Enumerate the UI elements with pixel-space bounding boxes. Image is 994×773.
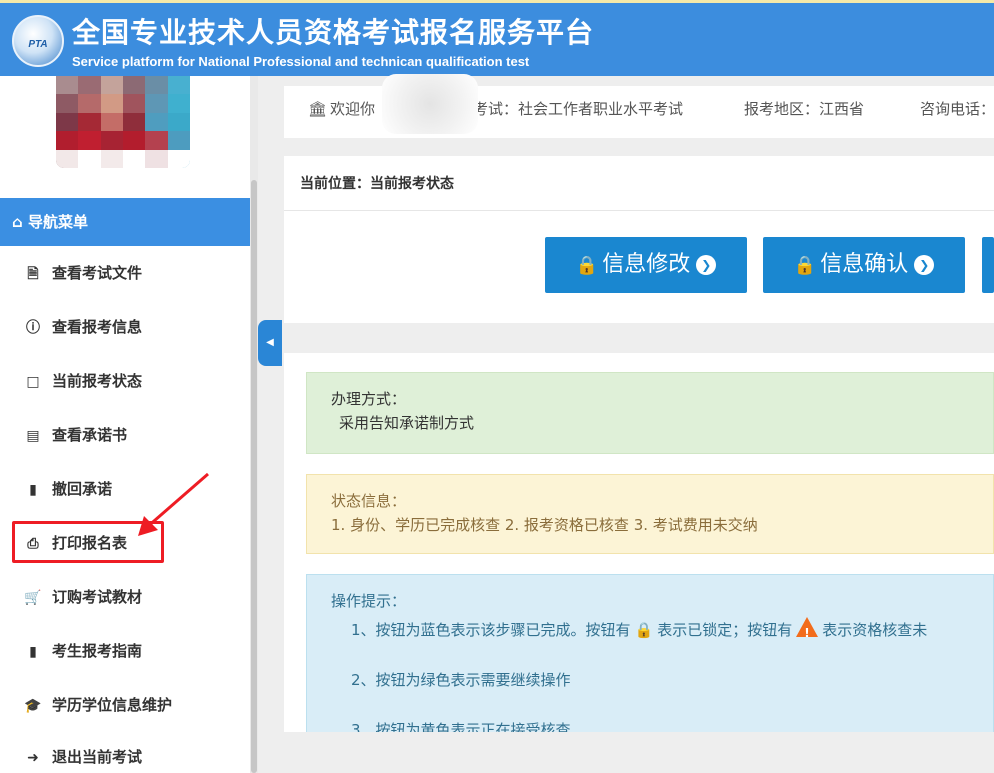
tip1-part-b: 表示已锁定；按钮有: [657, 621, 793, 639]
header-bar: PTA 全国专业技术人员资格考试报名服务平台 Service platform …: [0, 0, 994, 76]
chevron-right-icon: ❯: [696, 255, 717, 275]
home-icon: ⌂: [12, 213, 28, 231]
monitor-icon: □: [26, 374, 40, 390]
sidebar-item-view-commitment[interactable]: ▤ 查看承诺书: [0, 408, 250, 462]
sidebar-item-exit-exam[interactable]: ➜ 退出当前考试: [0, 730, 250, 773]
arrow-annotation: [138, 472, 209, 536]
book-icon: ▮: [29, 482, 37, 498]
lock-icon: 🔒: [634, 621, 654, 639]
tip1-part-c: 表示资格核查未: [822, 621, 928, 639]
site-subtitle: Service platform for National Profession…: [72, 54, 530, 69]
divider-strip: [284, 323, 994, 353]
bottom-area: [258, 732, 994, 773]
breadcrumb: 当前位置：当前报考状态: [284, 157, 994, 211]
sidebar-collapse-button[interactable]: ◀: [258, 320, 282, 366]
sidebar-item-label: 查看承诺书: [52, 426, 128, 444]
sidebar-item-guide[interactable]: ▮ 考生报考指南: [0, 624, 250, 678]
sidebar-item-degree-info[interactable]: 🎓 学历学位信息维护: [0, 678, 250, 732]
sidebar-item-view-exam-files[interactable]: 🗎 查看考试文件: [0, 246, 250, 300]
tip-line-2: 2、按钮为绿色表示需要继续操作: [351, 671, 571, 689]
site-title: 全国专业技术人员资格考试报名服务平台: [72, 16, 595, 49]
nav-header-label: 导航菜单: [27, 213, 88, 231]
sidebar-item-order-textbooks[interactable]: 🛒 订购考试教材: [0, 570, 250, 624]
chevron-right-icon: ❯: [914, 255, 935, 275]
sidebar-item-label: 订购考试教材: [52, 588, 143, 606]
sidebar-item-label: 考生报考指南: [52, 642, 143, 660]
status-value: 1. 身份、学历已完成核查 2. 报考资格已核查 3. 考试费用未交纳: [331, 516, 758, 534]
step-edit-info-button[interactable]: 🔒 信息修改 ❯: [545, 237, 747, 293]
status-alert: 状态信息： 1. 身份、学历已完成核查 2. 报考资格已核查 3. 考试费用未交…: [306, 474, 994, 554]
current-exam: 前考试：社会工作者职业水平考试: [458, 100, 684, 118]
file-icon: 🗎: [27, 266, 39, 282]
tip1-part-a: 1、按钮为蓝色表示该步骤已完成。按钮有: [351, 621, 631, 639]
region: 报考地区：江西省: [744, 100, 865, 118]
avatar: [56, 76, 190, 168]
sidebar-item-label: 学历学位信息维护: [52, 696, 173, 714]
lock-icon: 🔒: [575, 255, 599, 276]
tips-alert: 操作提示： 1、按钮为蓝色表示该步骤已完成。按钮有🔒表示已锁定；按钮有 表示资格核…: [306, 574, 994, 734]
id-card-icon: ▤: [26, 428, 40, 444]
nav-menu-header: ⌂ 导航菜单: [0, 198, 250, 246]
method-title: 办理方式：: [331, 390, 407, 408]
tip-line-1: 1、按钮为蓝色表示该步骤已完成。按钮有🔒表示已锁定；按钮有 表示资格核查未: [331, 617, 969, 645]
lock-icon: 🔒: [793, 255, 817, 276]
sidebar-scrollbar-thumb[interactable]: [251, 180, 257, 773]
pta-logo: PTA: [12, 15, 64, 67]
tips-title: 操作提示：: [331, 592, 407, 610]
method-value: 采用告知承诺制方式: [339, 414, 475, 432]
step-confirm-info-button[interactable]: 🔒 信息确认 ❯: [763, 237, 965, 293]
warning-icon: [796, 617, 819, 645]
bank-icon: 🏛: [308, 100, 328, 118]
status-title: 状态信息：: [331, 492, 407, 510]
sidebar-item-label: 撤回承诺: [52, 480, 113, 498]
blurred-name: [382, 74, 478, 134]
sidebar-item-label: 查看考试文件: [52, 264, 143, 282]
sidebar-item-label: 查看报考信息: [52, 318, 143, 336]
sidebar-item-label: 退出当前考试: [52, 748, 143, 766]
logo-text: PTA: [28, 39, 48, 50]
method-alert: 办理方式： 采用告知承诺制方式: [306, 372, 994, 454]
sign-out-icon: ➜: [27, 750, 39, 766]
sidebar-item-label: 当前报考状态: [52, 372, 143, 390]
step-label: 信息确认: [820, 252, 909, 277]
graduation-cap-icon: 🎓: [24, 698, 42, 714]
cart-icon: 🛒: [24, 590, 42, 606]
info-icon: ⓘ: [26, 320, 40, 336]
consult-phone: 咨询电话：: [920, 100, 994, 118]
step-next-button[interactable]: [982, 237, 994, 293]
step-label: 信息修改: [602, 252, 691, 277]
book-icon: ▮: [29, 644, 37, 660]
sidebar-item-view-registration-info[interactable]: ⓘ 查看报考信息: [0, 300, 250, 354]
sidebar-item-current-status[interactable]: □ 当前报考状态: [0, 354, 250, 408]
welcome-greeting: 欢迎你: [330, 100, 376, 118]
